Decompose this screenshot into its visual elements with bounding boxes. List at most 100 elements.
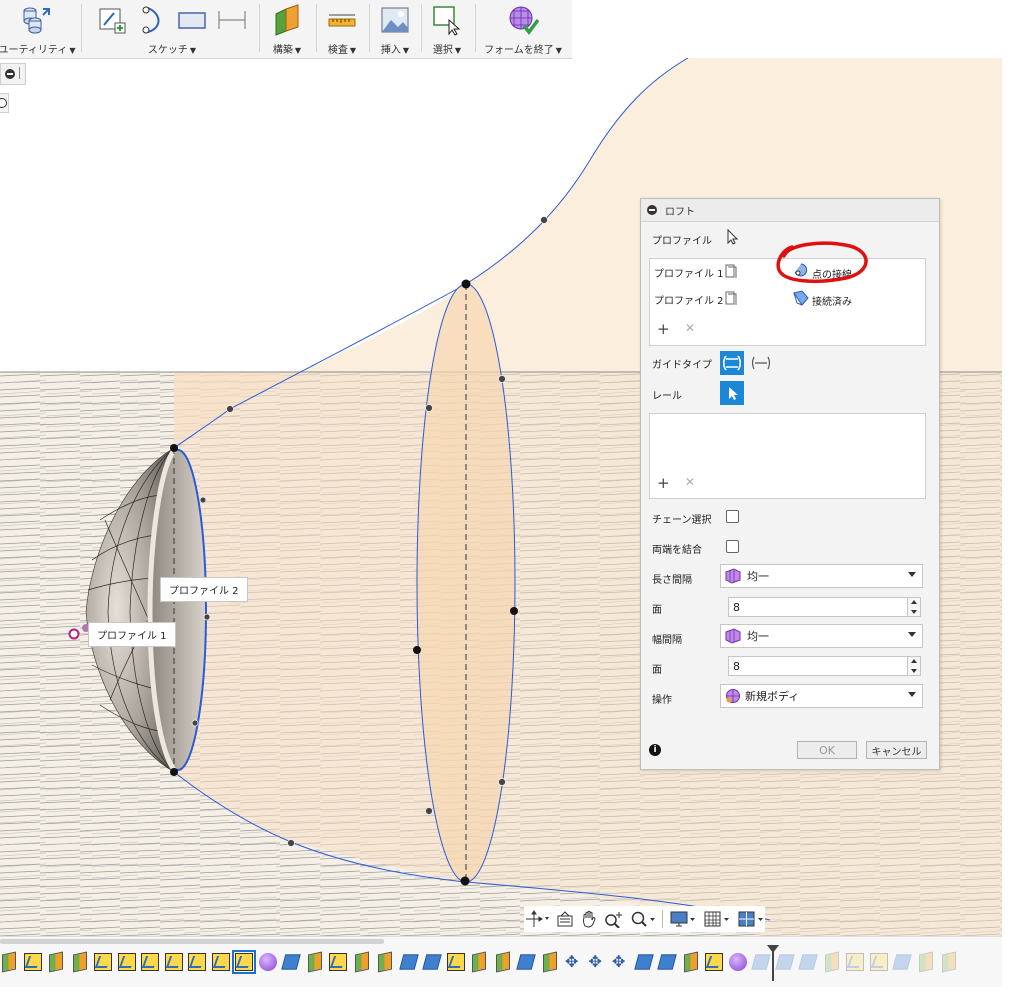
timeline-construct-icon[interactable] bbox=[49, 951, 63, 973]
remove-rail-icon[interactable]: ✕ bbox=[685, 475, 695, 489]
timeline-construct-icon[interactable] bbox=[2, 951, 16, 973]
timeline-sketch-icon[interactable] bbox=[141, 953, 159, 971]
timeline-sketch-icon-selected[interactable] bbox=[232, 950, 256, 974]
spinner-icon[interactable] bbox=[907, 657, 920, 675]
timeline-marker[interactable] bbox=[767, 945, 779, 981]
timeline-construct-icon[interactable] bbox=[495, 951, 510, 973]
ribbon-group-select[interactable]: 選択 ▼ bbox=[424, 0, 470, 58]
timeline-suppressed-icon[interactable] bbox=[892, 954, 912, 970]
ribbon-group-finish-form[interactable]: フォームを終了 ▼ bbox=[480, 0, 566, 58]
operation-dropdown[interactable]: 新規ボディ bbox=[720, 684, 923, 708]
timeline-construct-icon[interactable] bbox=[72, 951, 87, 973]
timeline-sketch-icon[interactable] bbox=[188, 953, 206, 971]
ribbon-group-label: 構築 bbox=[272, 45, 293, 56]
pan-hand-icon[interactable] bbox=[580, 910, 598, 928]
timeline-construct-icon[interactable] bbox=[307, 951, 322, 973]
timeline-sketch-icon[interactable] bbox=[117, 953, 136, 971]
timeline-construct-icon[interactable] bbox=[354, 951, 369, 973]
ribbon-group-construct[interactable]: 構築 ▼ bbox=[262, 0, 312, 58]
timeline-suppressed-icon[interactable] bbox=[918, 951, 933, 973]
timeline-construct-icon[interactable] bbox=[542, 951, 557, 973]
timeline-move-icon[interactable] bbox=[611, 952, 629, 971]
width-spacing-label: 幅間隔 bbox=[652, 635, 682, 646]
timeline-suppressed-icon[interactable] bbox=[942, 951, 956, 973]
grid-settings-icon[interactable] bbox=[703, 910, 731, 928]
dialog-header[interactable]: ロフト bbox=[641, 199, 939, 222]
navigation-bar bbox=[524, 906, 765, 932]
timeline-form-icon[interactable] bbox=[728, 953, 747, 971]
profile1-pick-point[interactable] bbox=[68, 628, 80, 640]
timeline-feature-icon[interactable] bbox=[633, 954, 654, 970]
display-settings-icon[interactable] bbox=[669, 910, 697, 928]
chevron-down-icon bbox=[908, 692, 916, 697]
ribbon-group-inspect[interactable]: 検査 ▼ bbox=[319, 0, 365, 58]
timeline-sketch-icon[interactable] bbox=[211, 953, 230, 971]
info-icon[interactable]: i bbox=[649, 744, 661, 756]
timeline-sketch-icon[interactable] bbox=[329, 953, 347, 971]
timeline-suppressed-icon[interactable] bbox=[774, 954, 795, 970]
cancel-button[interactable]: キャンセル bbox=[866, 741, 927, 759]
timeline-feature-icon[interactable] bbox=[516, 954, 536, 970]
faces-label: 面 bbox=[652, 665, 662, 676]
timeline-sketch-icon[interactable] bbox=[164, 953, 183, 971]
length-spacing-dropdown[interactable]: 均一 bbox=[720, 564, 923, 588]
timeline-construct-icon[interactable] bbox=[683, 951, 698, 973]
spinner-icon[interactable] bbox=[907, 598, 920, 616]
width-faces-input[interactable]: 8 bbox=[728, 656, 921, 676]
ribbon-toolbar: ユーティリティ ▼ スケッチ ▼ 構築 ▼ 検査 ▼ 挿入 ▼ 選択 ▼ フォー… bbox=[0, 0, 572, 59]
remove-profile-icon[interactable]: ✕ bbox=[685, 321, 695, 335]
timeline-suppressed-icon[interactable] bbox=[846, 953, 864, 971]
timeline-move-icon[interactable] bbox=[564, 952, 582, 971]
timeline-scrollbar[interactable] bbox=[0, 939, 384, 944]
ribbon-group-insert[interactable]: 挿入 ▼ bbox=[372, 0, 418, 58]
viewports-icon[interactable] bbox=[737, 910, 765, 928]
timeline-feature-icon[interactable] bbox=[657, 954, 677, 970]
select-cursor-icon[interactable] bbox=[726, 229, 740, 245]
look-at-icon[interactable] bbox=[556, 910, 574, 928]
rail-select-button[interactable] bbox=[720, 381, 744, 405]
timeline-feature-icon[interactable] bbox=[281, 954, 301, 970]
orbit-icon[interactable] bbox=[524, 909, 550, 929]
new-body-icon bbox=[726, 689, 740, 703]
timeline-sketch-icon[interactable] bbox=[23, 953, 42, 971]
arc-icon bbox=[142, 6, 160, 34]
timeline-sketch-icon[interactable] bbox=[446, 953, 465, 971]
add-rail-icon[interactable]: + bbox=[657, 474, 670, 492]
timeline-feature-icon[interactable] bbox=[398, 954, 419, 970]
profile-2-tag[interactable]: プロファイル 2 bbox=[160, 577, 248, 602]
timeline-suppressed-icon[interactable] bbox=[869, 953, 888, 971]
width-spacing-dropdown[interactable]: 均一 bbox=[720, 624, 923, 648]
collapse-icon[interactable] bbox=[647, 205, 657, 215]
timeline-construct-icon[interactable] bbox=[378, 951, 392, 973]
guide-rails-button[interactable] bbox=[720, 351, 744, 375]
profile-status[interactable]: 接続済み bbox=[812, 293, 852, 308]
ribbon-group-utility[interactable]: ユーティリティ ▼ bbox=[0, 0, 75, 58]
zoom-window-icon[interactable] bbox=[630, 910, 656, 928]
timeline-sketch-icon[interactable] bbox=[94, 953, 112, 971]
timeline-sketch-icon[interactable] bbox=[705, 953, 723, 971]
timeline-suppressed-icon[interactable] bbox=[751, 954, 771, 970]
connected-icon[interactable] bbox=[792, 289, 810, 307]
profile-continuity-icon[interactable] bbox=[722, 262, 740, 280]
red-annotation-circle bbox=[776, 241, 868, 284]
timeline-feature-icon[interactable] bbox=[422, 954, 442, 970]
timeline-move-icon[interactable] bbox=[588, 952, 606, 971]
timeline-suppressed-icon[interactable] bbox=[824, 951, 839, 973]
ribbon-group-sketch[interactable]: スケッチ ▼ bbox=[88, 0, 256, 58]
timeline-form-icon[interactable] bbox=[258, 953, 277, 971]
timeline-suppressed-icon[interactable] bbox=[798, 954, 818, 970]
profile-continuity-icon[interactable] bbox=[722, 289, 740, 307]
zoom-icon[interactable] bbox=[604, 910, 624, 928]
ribbon-group-label: スケッチ bbox=[147, 45, 188, 56]
ok-button[interactable]: OK bbox=[797, 741, 857, 759]
chain-select-checkbox[interactable] bbox=[726, 510, 739, 523]
ribbon-group-label: 検査 bbox=[327, 45, 348, 56]
ribbon-group-label: フォームを終了 bbox=[484, 45, 554, 56]
join-ends-checkbox[interactable] bbox=[726, 540, 739, 553]
centerline-icon[interactable] bbox=[751, 353, 771, 373]
timeline-construct-icon[interactable] bbox=[472, 951, 486, 973]
length-faces-input[interactable]: 8 bbox=[728, 597, 921, 617]
rail-label: レール bbox=[652, 391, 682, 402]
profile-1-tag[interactable]: プロファイル 1 bbox=[88, 622, 176, 647]
add-profile-icon[interactable]: + bbox=[657, 320, 670, 338]
